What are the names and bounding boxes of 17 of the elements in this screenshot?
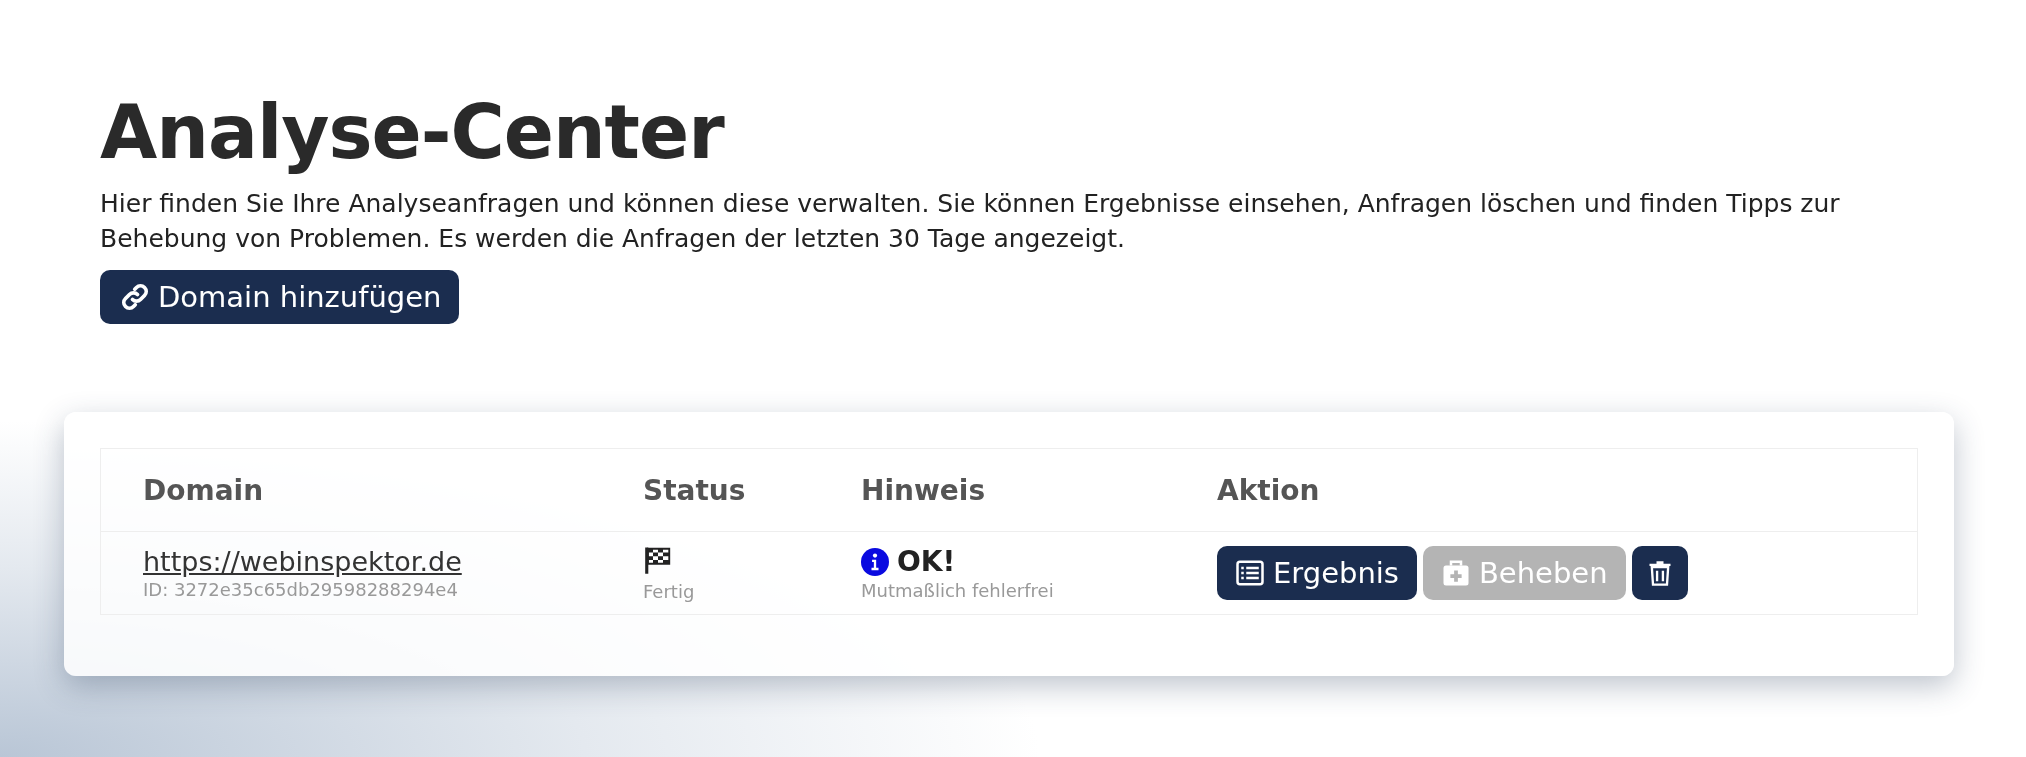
- delete-button[interactable]: [1631, 546, 1688, 600]
- hint-text: OK!: [897, 545, 956, 578]
- list-icon: [1235, 558, 1265, 588]
- page-title: Analyse-Center: [100, 88, 726, 177]
- column-header: Status: [643, 473, 747, 507]
- domain-link[interactable]: https://webinspektor.de: [143, 546, 462, 577]
- column-header: Hinweis: [861, 473, 987, 507]
- status-text: Fertig: [643, 580, 696, 602]
- add-domain-button[interactable]: Domain hinzufügen: [100, 270, 460, 324]
- result-button[interactable]: Ergebnis: [1217, 546, 1417, 600]
- link-icon: [120, 282, 150, 312]
- column-header: Aktion: [1217, 473, 1321, 507]
- info-icon: [861, 547, 889, 576]
- column-header: Domain: [143, 473, 265, 507]
- request-id: ID: 3272e35c65db29598288294e4: [143, 579, 459, 600]
- hint-detail: Mutmaßlich fehlerfrei: [861, 580, 1055, 601]
- intro-paragraph: Hier finden Sie Ihre Analyseanfragen und können diese verwalten. Sie können Ergebnisse einsehen, Anfragen löschen und finden Tipps zur Behebung von Problemen. Es werden die Anfragen der letzten 30 Tage angezeigt.: [100, 188, 1841, 255]
